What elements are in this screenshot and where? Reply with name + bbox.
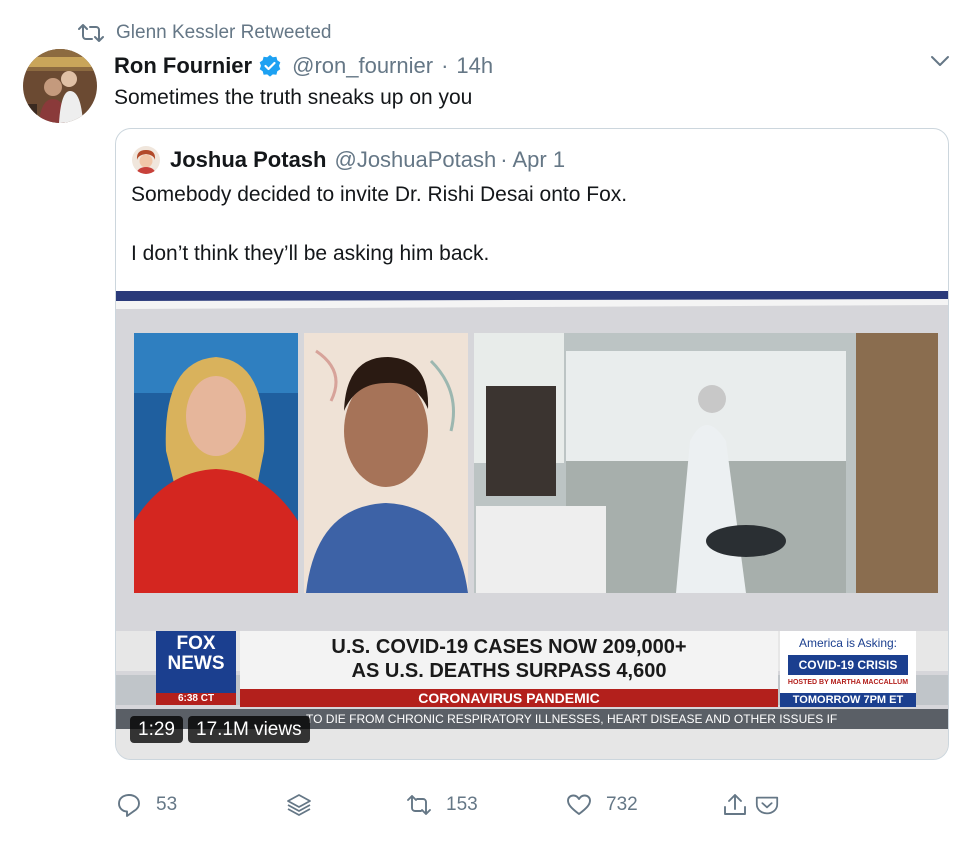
heart-icon (567, 794, 591, 815)
retweet-icon (78, 24, 104, 42)
quoted-author-handle[interactable]: @JoshuaPotash (334, 147, 496, 173)
fox-logo-line1: FOX (176, 633, 216, 654)
pocket-icon (755, 796, 779, 815)
reply-count: 53 (156, 794, 178, 815)
retweet-action-icon (407, 795, 431, 815)
promo-title: America is Asking: (798, 636, 898, 650)
promo-host: HOSTED BY MARTHA MACCALLUM (787, 679, 909, 686)
share-icon (724, 794, 746, 815)
chyron-topic-bar: CORONAVIRUS PANDEMIC (418, 690, 600, 706)
chyron-headline: U.S. COVID-19 CASES NOW 209,000+ AS U.S.… (240, 635, 778, 683)
quoted-tweet-header: Joshua Potash @JoshuaPotash · Apr 1 (170, 146, 565, 174)
broadcast-clock: 6:38 CT (177, 693, 215, 704)
video-duration-badge: 1:29 (130, 716, 183, 743)
promo-show: COVID-19 CRISIS (798, 658, 898, 672)
video-views-badge: 17.1M views (188, 716, 310, 743)
fox-news-logo: FOX NEWS (156, 634, 236, 674)
quoted-tweet-card[interactable]: Joshua Potash @JoshuaPotash · Apr 1 Some… (115, 128, 949, 760)
news-ticker: TO DIE FROM CHRONIC RESPIRATORY ILLNESSE… (306, 712, 838, 726)
fox-logo-line2: NEWS (167, 653, 225, 674)
author-name[interactable]: Ron Fournier (114, 53, 252, 79)
chevron-down-icon[interactable] (929, 52, 951, 70)
retweet-button[interactable]: 153 (406, 790, 478, 820)
video-player[interactable]: FOX NEWS 6:38 CT U.S. COVID-19 CASES NOW… (116, 291, 948, 759)
retweet-count: 153 (446, 794, 478, 815)
tweet-time[interactable]: 14h (456, 53, 493, 79)
like-button[interactable]: 732 (566, 790, 638, 820)
retweet-banner-text: Glenn Kessler Retweeted (116, 22, 332, 43)
author-avatar[interactable] (23, 49, 97, 123)
chyron-line2: AS U.S. DEATHS SURPASS 4,600 (351, 660, 667, 682)
quoted-tweet-text-line1: Somebody decided to invite Dr. Rishi Des… (131, 183, 628, 206)
reply-button[interactable]: 53 (116, 790, 177, 820)
verified-badge-icon (259, 55, 281, 77)
avatar-image (23, 49, 97, 123)
quoted-author-name[interactable]: Joshua Potash (170, 147, 326, 173)
reply-icon (118, 794, 140, 817)
quoted-tweet-text-line2: I don’t think they’ll be asking him back… (131, 242, 490, 265)
pocket-save-button[interactable] (754, 790, 794, 820)
tweet-text: Sometimes the truth sneaks up on you (114, 86, 473, 109)
promo-time: TOMORROW 7PM ET (792, 694, 904, 706)
add-to-moment-button[interactable] (286, 790, 326, 820)
tweet-header: Ron Fournier @ron_fournier · 14h (114, 52, 493, 80)
separator-dot: · (441, 53, 449, 78)
quoted-tweet-date[interactable]: · Apr 1 (500, 147, 565, 173)
quoted-author-avatar (132, 146, 160, 174)
chyron-line1: U.S. COVID-19 CASES NOW 209,000+ (331, 636, 687, 658)
layers-icon (287, 794, 311, 816)
author-handle[interactable]: @ron_fournier (292, 53, 433, 79)
retweet-banner[interactable]: Glenn Kessler Retweeted (78, 20, 331, 46)
like-count: 732 (606, 794, 638, 815)
